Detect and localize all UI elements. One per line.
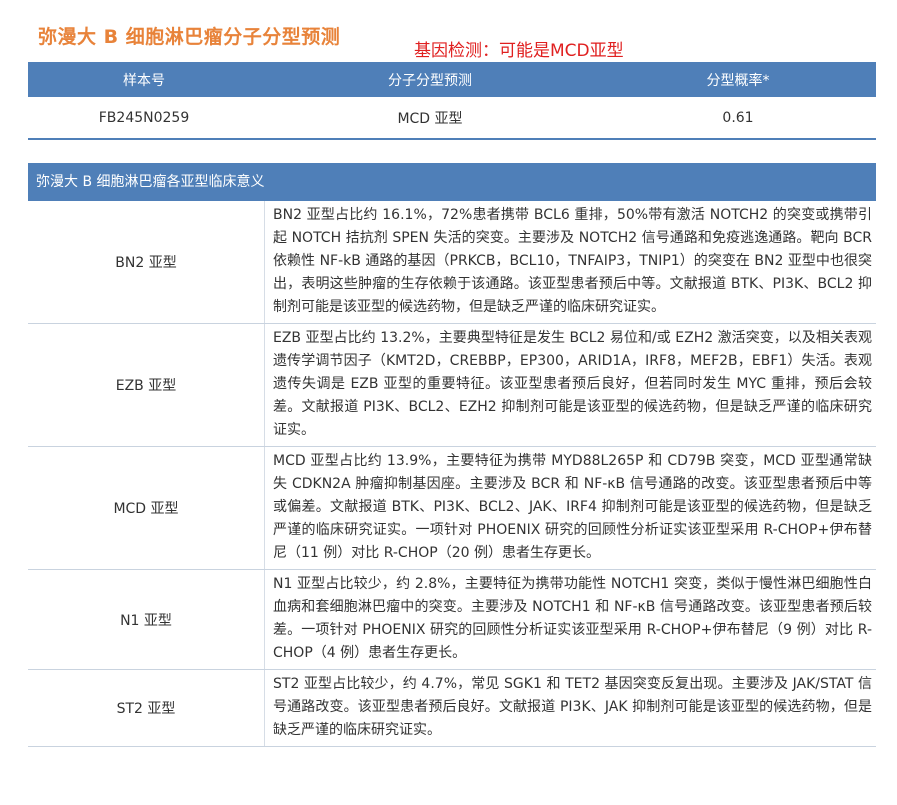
subtype-description: ST2 亚型占比较少，约 4.7%，常见 SGK1 和 TET2 基因突变反复出… (264, 669, 876, 747)
probability-cell: 0.61 (600, 97, 876, 140)
subtype-description: BN2 亚型占比约 16.1%，72%患者携带 BCL6 重排，50%带有激活 … (264, 201, 876, 324)
gene-test-note: 基因检测：可能是MCD亚型 (414, 41, 624, 61)
table-row: EZB 亚型 EZB 亚型占比约 13.2%，主要典型特征是发生 BCL2 易位… (28, 323, 876, 447)
column-header-subtype-prediction: 分子分型预测 (260, 62, 600, 97)
table-row: N1 亚型 N1 亚型占比较少，约 2.8%，主要特征为携带功能性 NOTCH1… (28, 569, 876, 670)
prediction-row: FB245N0259 MCD 亚型 0.61 (28, 97, 876, 140)
subtype-description: N1 亚型占比较少，约 2.8%，主要特征为携带功能性 NOTCH1 突变，类似… (264, 569, 876, 670)
subtype-description: MCD 亚型占比约 13.9%，主要特征为携带 MYD88L265P 和 CD7… (264, 446, 876, 570)
page-title: 弥漫大 B 细胞淋巴瘤分子分型预测 (38, 26, 341, 48)
prediction-header-row: 样本号 分子分型预测 分型概率* (28, 62, 876, 97)
clinical-section-title: 弥漫大 B 细胞淋巴瘤各亚型临床意义 (28, 163, 876, 201)
subtype-name: MCD 亚型 (28, 446, 265, 570)
clinical-significance-table: BN2 亚型 BN2 亚型占比约 16.1%，72%患者携带 BCL6 重排，5… (28, 201, 876, 747)
subtype-name: N1 亚型 (28, 569, 265, 670)
table-row: BN2 亚型 BN2 亚型占比约 16.1%，72%患者携带 BCL6 重排，5… (28, 201, 876, 324)
column-header-sample-id: 样本号 (28, 62, 260, 97)
subtype-name: ST2 亚型 (28, 669, 265, 747)
column-header-probability: 分型概率* (600, 62, 876, 97)
subtype-name: BN2 亚型 (28, 201, 265, 324)
subtype-cell: MCD 亚型 (260, 97, 600, 140)
subtype-description: EZB 亚型占比约 13.2%，主要典型特征是发生 BCL2 易位和/或 EZH… (264, 323, 876, 447)
prediction-table: 样本号 分子分型预测 分型概率* FB245N0259 MCD 亚型 0.61 (28, 62, 876, 140)
table-row: ST2 亚型 ST2 亚型占比较少，约 4.7%，常见 SGK1 和 TET2 … (28, 669, 876, 747)
subtype-name: EZB 亚型 (28, 323, 265, 447)
table-row: MCD 亚型 MCD 亚型占比约 13.9%，主要特征为携带 MYD88L265… (28, 446, 876, 570)
sample-id-cell: FB245N0259 (28, 97, 260, 140)
